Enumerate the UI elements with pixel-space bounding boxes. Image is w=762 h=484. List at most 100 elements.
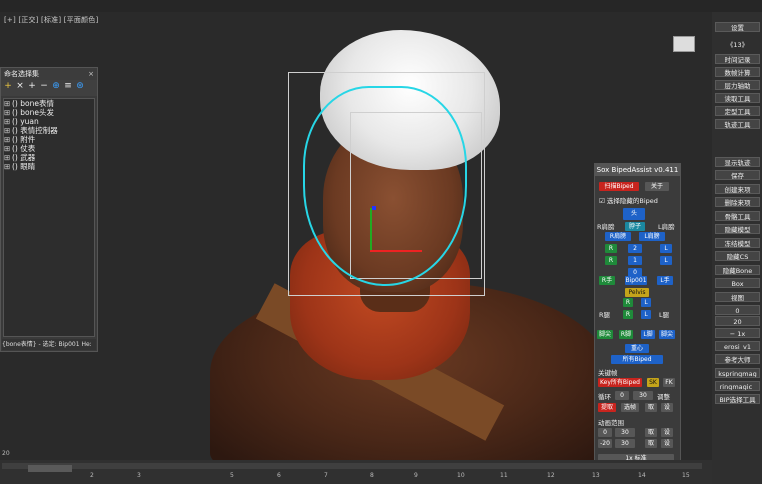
close-icon[interactable]: × bbox=[88, 68, 94, 80]
sk-button[interactable]: SK bbox=[647, 378, 659, 387]
l-arm-1-button[interactable]: L bbox=[660, 244, 672, 253]
list-item[interactable]: ⊞() 眼睛 bbox=[4, 162, 94, 171]
expand-icon[interactable]: ⊞ bbox=[4, 117, 12, 126]
pose-tool-button[interactable]: 定型工具 bbox=[715, 106, 760, 116]
delete-icon[interactable]: × bbox=[15, 81, 25, 91]
select-icon[interactable]: ⊕ bbox=[51, 81, 61, 91]
create-helper-button[interactable]: 创建来项 bbox=[715, 184, 760, 194]
about-button[interactable]: 关于 bbox=[645, 182, 669, 191]
range-take-button[interactable]: 取 bbox=[645, 428, 657, 437]
range-set-button[interactable]: 设 bbox=[661, 428, 673, 437]
trajectory-tool-button[interactable]: 轨迹工具 bbox=[715, 119, 760, 129]
r-calf-button[interactable]: R bbox=[623, 310, 633, 319]
expand-icon[interactable]: ⊞ bbox=[4, 144, 12, 153]
current-frame-field[interactable]: 20 bbox=[0, 449, 22, 459]
freeze-model-button[interactable]: 冻结模型 bbox=[715, 238, 760, 248]
bip-select-tool-button[interactable]: BIP选择工具 bbox=[715, 394, 760, 404]
loop-end-input[interactable]: 30 bbox=[633, 391, 653, 400]
r-arm-2-button[interactable]: R bbox=[605, 256, 617, 265]
key-all-biped-button[interactable]: Key所有Biped bbox=[598, 378, 642, 387]
gizmo-z-axis[interactable] bbox=[372, 206, 376, 210]
expand-icon[interactable]: ⊞ bbox=[4, 108, 12, 117]
highlight-icon[interactable]: ⊛ bbox=[75, 81, 85, 91]
gizmo-x-axis[interactable] bbox=[370, 250, 422, 252]
layer-axis-button[interactable]: 层力轴助 bbox=[715, 80, 760, 90]
r-thigh-button[interactable]: R bbox=[623, 298, 633, 307]
settings-button[interactable]: 设置 bbox=[715, 22, 760, 32]
timeline-track[interactable] bbox=[2, 463, 702, 472]
r-foot-button[interactable]: R脚 bbox=[619, 330, 633, 339]
spine-2-button[interactable]: 2 bbox=[628, 244, 642, 253]
view-cube-icon[interactable] bbox=[673, 36, 695, 52]
range2-set-button[interactable]: 设 bbox=[661, 439, 673, 448]
r-arm-1-button[interactable]: R bbox=[605, 244, 617, 253]
pelvis-button[interactable]: Pelvis bbox=[625, 288, 649, 297]
l-hand-button[interactable]: L手 bbox=[657, 276, 673, 285]
box-button[interactable]: Box bbox=[715, 278, 760, 288]
frame-calc-button[interactable]: 数帧计算 bbox=[715, 67, 760, 77]
springmagic2-button[interactable]: ringmagic_ bbox=[715, 381, 760, 391]
select-by-name-icon[interactable]: ≡ bbox=[63, 81, 73, 91]
select-hidden-biped-checkbox[interactable]: ☑ 选择隐藏的Biped bbox=[599, 195, 658, 205]
hide-cs-button[interactable]: 隐藏CS bbox=[715, 251, 760, 261]
extract-button[interactable]: 提取 bbox=[598, 403, 616, 412]
scan-biped-button[interactable]: 扫描Biped bbox=[599, 182, 639, 191]
selection-gizmo[interactable] bbox=[303, 86, 467, 286]
erosi-button[interactable]: erosi_v1 bbox=[715, 341, 760, 351]
viewport-label[interactable]: [+] [正交] [标准] [平面颜色] bbox=[4, 15, 98, 25]
list-item[interactable]: ⊞() bone头发 bbox=[4, 108, 94, 117]
bip001-button[interactable]: Bip001 bbox=[625, 276, 647, 285]
expand-icon[interactable]: ⊞ bbox=[4, 162, 12, 171]
fk-button[interactable]: FK bbox=[663, 378, 675, 387]
l-calf-button[interactable]: L bbox=[641, 310, 651, 319]
l-arm-2-button[interactable]: L bbox=[660, 256, 672, 265]
l-upperarm-button[interactable]: L肩膀 bbox=[639, 232, 665, 241]
set-button[interactable]: 设 bbox=[661, 403, 673, 412]
list-item[interactable]: ⊞() 武器 bbox=[4, 153, 94, 162]
list-item[interactable]: ⊞() 表情控制器 bbox=[4, 126, 94, 135]
expand-icon[interactable]: ⊞ bbox=[4, 153, 12, 162]
range2-start-input[interactable]: -20 bbox=[598, 439, 612, 448]
remove-icon[interactable]: − bbox=[39, 81, 49, 91]
value-field-0[interactable]: 0 bbox=[715, 305, 760, 315]
value-field-20[interactable]: 20 bbox=[715, 316, 760, 326]
all-biped-button[interactable]: 所有Biped bbox=[611, 355, 663, 364]
reference-master-button[interactable]: 参考大师 bbox=[715, 354, 760, 364]
range2-take-button[interactable]: 取 bbox=[645, 439, 657, 448]
list-item[interactable]: ⊞() 仗表 bbox=[4, 144, 94, 153]
timeline[interactable]: 2 3 5 6 7 8 9 10 11 12 13 14 15 bbox=[0, 460, 712, 484]
l-thigh-button[interactable]: L bbox=[641, 298, 651, 307]
range-end-input[interactable]: 30 bbox=[615, 428, 635, 437]
com-button[interactable]: 重心 bbox=[625, 344, 649, 353]
range2-end-input[interactable]: 30 bbox=[615, 439, 635, 448]
hide-bone-button[interactable]: 隐藏Bone bbox=[715, 265, 760, 275]
time-slider[interactable] bbox=[28, 465, 72, 472]
loop-start-input[interactable]: 0 bbox=[615, 391, 629, 400]
save-button[interactable]: 保存 bbox=[715, 170, 760, 180]
named-selection-list[interactable]: ⊞() bone表情 ⊞() bone头发 ⊞() yuan ⊞() 表情控制器… bbox=[3, 98, 95, 337]
list-item[interactable]: ⊞() yuan bbox=[4, 117, 94, 126]
l-toe-button[interactable]: 脚尖 bbox=[659, 330, 675, 339]
expand-icon[interactable]: ⊞ bbox=[4, 135, 12, 144]
gizmo-y-axis[interactable] bbox=[370, 208, 372, 250]
range-start-input[interactable]: 0 bbox=[598, 428, 612, 437]
select-frames-button[interactable]: 选帧 bbox=[621, 403, 639, 412]
create-set-icon[interactable]: + bbox=[3, 81, 13, 91]
list-item[interactable]: ⊞() 附件 bbox=[4, 135, 94, 144]
take-button[interactable]: 取 bbox=[645, 403, 657, 412]
expand-icon[interactable]: ⊞ bbox=[4, 99, 12, 108]
l-foot-button[interactable]: L脚 bbox=[641, 330, 655, 339]
r-toe-button[interactable]: 脚尖 bbox=[597, 330, 613, 339]
list-item[interactable]: ⊞() bone表情 bbox=[4, 99, 94, 108]
springmagic-button[interactable]: kspringmag bbox=[715, 368, 760, 378]
r-hand-button[interactable]: R手 bbox=[599, 276, 615, 285]
add-icon[interactable]: + bbox=[27, 81, 37, 91]
speed-field[interactable]: − 1x bbox=[715, 328, 760, 338]
neck-button[interactable]: 脖子 bbox=[625, 222, 645, 231]
head-button[interactable]: 头 bbox=[623, 208, 645, 220]
delete-helper-button[interactable]: 删除来项 bbox=[715, 197, 760, 207]
spine-1-button[interactable]: 1 bbox=[628, 256, 642, 265]
bone-tool-button[interactable]: 骨骼工具 bbox=[715, 211, 760, 221]
expand-icon[interactable]: ⊞ bbox=[4, 126, 12, 135]
r-upperarm-button[interactable]: R肩膀 bbox=[605, 232, 631, 241]
